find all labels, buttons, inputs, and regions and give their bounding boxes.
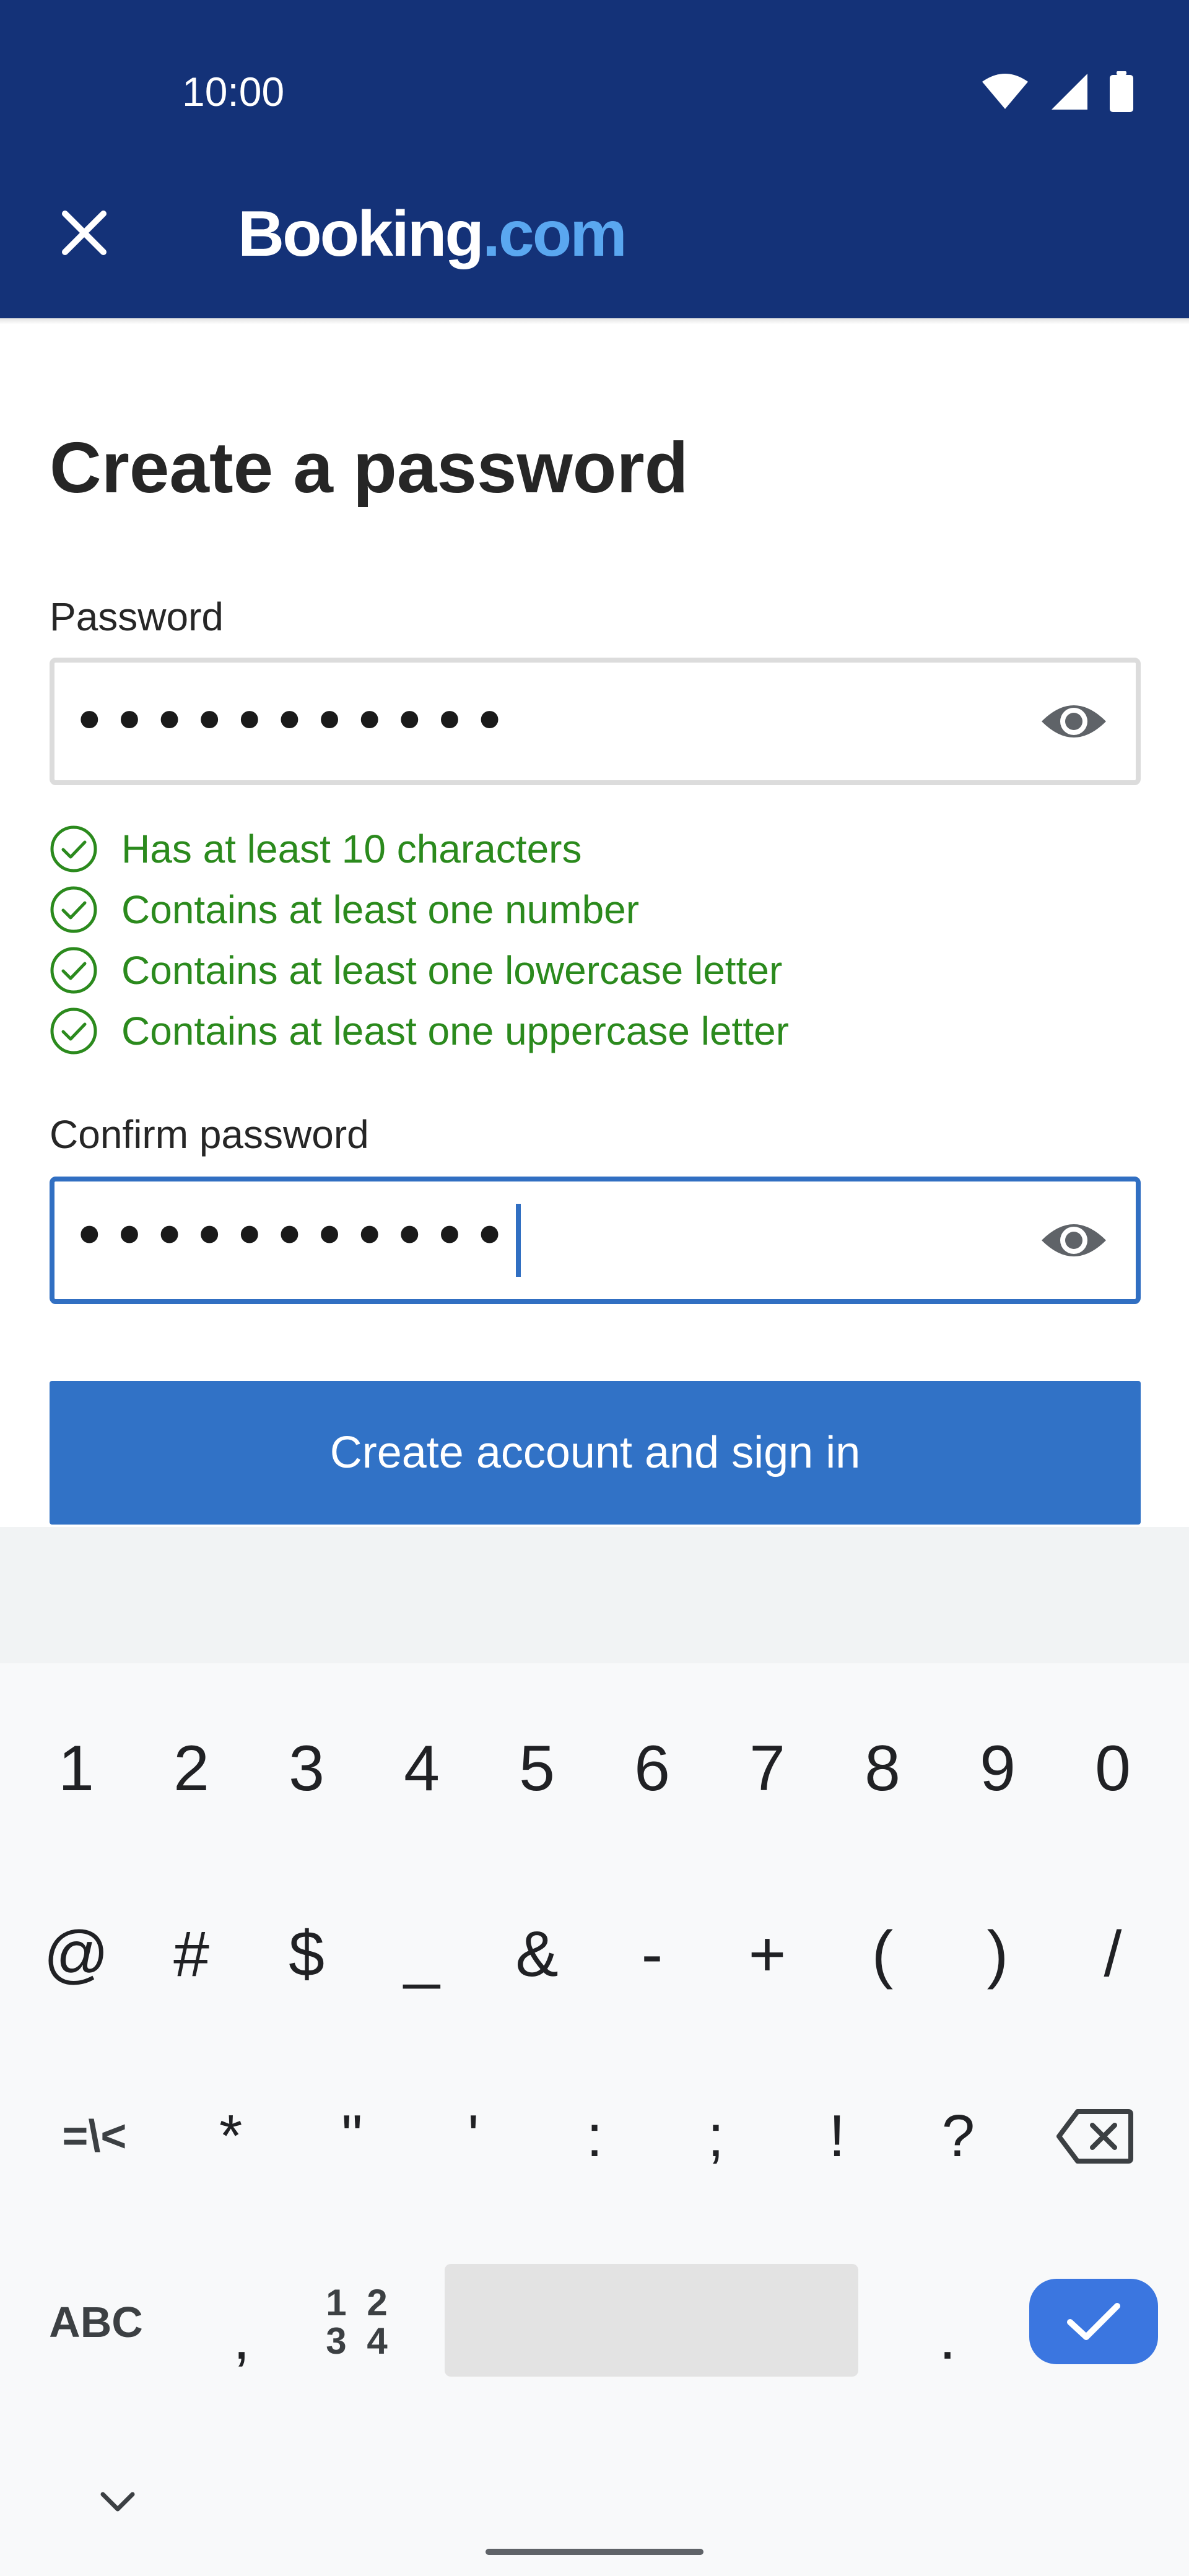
- password-requirements: Has at least 10 characters Contains at l…: [50, 819, 1139, 1061]
- key[interactable]: 1: [19, 1707, 134, 1830]
- app-header: 10:00 Booking.com: [0, 0, 1189, 318]
- key[interactable]: :: [534, 2074, 655, 2198]
- key[interactable]: ": [292, 2074, 413, 2198]
- show-confirm-password-button[interactable]: [1037, 1212, 1111, 1268]
- chevron-down-icon: [100, 2492, 135, 2512]
- comma-key[interactable]: ,: [186, 2266, 297, 2378]
- requirement-text: Contains at least one uppercase letter: [121, 1009, 789, 1053]
- key[interactable]: *: [170, 2074, 292, 2198]
- more-symbols-key[interactable]: =\<: [19, 2074, 170, 2198]
- key[interactable]: ;: [655, 2074, 777, 2198]
- numeric-symbols-label: 1 2 3 4: [326, 2284, 392, 2361]
- status-icons: [981, 68, 1133, 115]
- hide-keyboard-button[interactable]: [87, 2471, 149, 2533]
- requirement-item: Contains at least one uppercase letter: [50, 1001, 1139, 1061]
- requirement-item: Contains at least one number: [50, 879, 1139, 940]
- backspace-key[interactable]: [1019, 2074, 1170, 2198]
- check-circle-icon: [50, 1007, 97, 1055]
- home-indicator[interactable]: [486, 2549, 703, 2555]
- numsym-line: 1 2: [326, 2282, 393, 2323]
- confirm-password-label: Confirm password: [50, 1112, 369, 1157]
- key[interactable]: (: [825, 1892, 940, 2016]
- key[interactable]: 9: [940, 1707, 1055, 1830]
- close-button[interactable]: [50, 198, 119, 268]
- battery-icon: [1110, 71, 1133, 112]
- key[interactable]: &: [479, 1892, 594, 2016]
- key[interactable]: ?: [898, 2074, 1019, 2198]
- confirm-password-field[interactable]: •••••••••••: [50, 1177, 1141, 1304]
- booking-logo: Booking.com: [238, 197, 627, 271]
- check-circle-icon: [50, 825, 97, 872]
- keyboard-row-numbers: 1 2 3 4 5 6 7 8 9 0: [0, 1707, 1189, 1830]
- key[interactable]: -: [594, 1892, 710, 2016]
- page-title: Create a password: [50, 427, 689, 508]
- key[interactable]: 4: [364, 1707, 479, 1830]
- brand-suffix: .com: [482, 198, 627, 270]
- eye-icon: [1042, 705, 1106, 738]
- key[interactable]: 7: [710, 1707, 825, 1830]
- numsym-line: 3 4: [326, 2320, 393, 2362]
- key[interactable]: 8: [825, 1707, 940, 1830]
- key[interactable]: 5: [479, 1707, 594, 1830]
- check-icon: [1067, 2303, 1120, 2340]
- text-caret: [515, 1204, 521, 1277]
- done-key[interactable]: [1029, 2279, 1158, 2364]
- key[interactable]: $: [249, 1892, 364, 2016]
- eye-icon: [1042, 1224, 1106, 1256]
- key[interactable]: #: [134, 1892, 249, 2016]
- password-field[interactable]: •••••••••••: [50, 658, 1141, 785]
- show-password-button[interactable]: [1037, 694, 1111, 749]
- key[interactable]: 0: [1055, 1707, 1170, 1830]
- key[interactable]: /: [1055, 1892, 1170, 2016]
- backspace-icon: [1056, 2109, 1133, 2164]
- brand-main: Booking: [238, 198, 484, 270]
- wifi-icon: [982, 74, 1028, 109]
- key[interactable]: ': [412, 2074, 534, 2198]
- close-icon: [62, 211, 107, 255]
- cell-signal-icon: [1052, 74, 1087, 110]
- confirm-password-text: •••••••••••: [72, 1201, 512, 1271]
- create-account-button[interactable]: Create account and sign in: [50, 1381, 1141, 1525]
- password-value: •••••••••••: [72, 687, 512, 756]
- requirement-text: Has at least 10 characters: [121, 827, 582, 871]
- check-circle-icon: [50, 947, 97, 994]
- key[interactable]: 6: [594, 1707, 710, 1830]
- period-key[interactable]: .: [886, 2266, 1009, 2378]
- keyboard-suggestion-strip: [0, 1527, 1189, 1663]
- requirement-item: Contains at least one lowercase letter: [50, 940, 1139, 1001]
- key[interactable]: 3: [249, 1707, 364, 1830]
- requirement-item: Has at least 10 characters: [50, 819, 1139, 879]
- header-shadow: [0, 318, 1189, 324]
- spacebar-key[interactable]: [445, 2264, 858, 2377]
- key[interactable]: +: [710, 1892, 825, 2016]
- key[interactable]: 2: [134, 1707, 249, 1830]
- requirement-text: Contains at least one lowercase letter: [121, 948, 783, 993]
- abc-key[interactable]: ABC: [19, 2266, 173, 2378]
- keyboard-row-more-symbols: =\< * " ' : ; ! ?: [0, 2074, 1189, 2198]
- key[interactable]: _: [364, 1892, 479, 2016]
- status-time: 10:00: [182, 69, 285, 115]
- key[interactable]: ): [940, 1892, 1055, 2016]
- keyboard-row-symbols: @ # $ _ & - + ( ) /: [0, 1892, 1189, 2016]
- key[interactable]: @: [19, 1892, 134, 2016]
- numeric-symbols-key[interactable]: 1 2 3 4: [297, 2266, 421, 2378]
- password-label: Password: [50, 594, 224, 639]
- confirm-password-value: •••••••••••: [72, 1204, 521, 1277]
- key[interactable]: !: [777, 2074, 898, 2198]
- check-circle-icon: [50, 886, 97, 933]
- requirement-text: Contains at least one number: [121, 887, 640, 932]
